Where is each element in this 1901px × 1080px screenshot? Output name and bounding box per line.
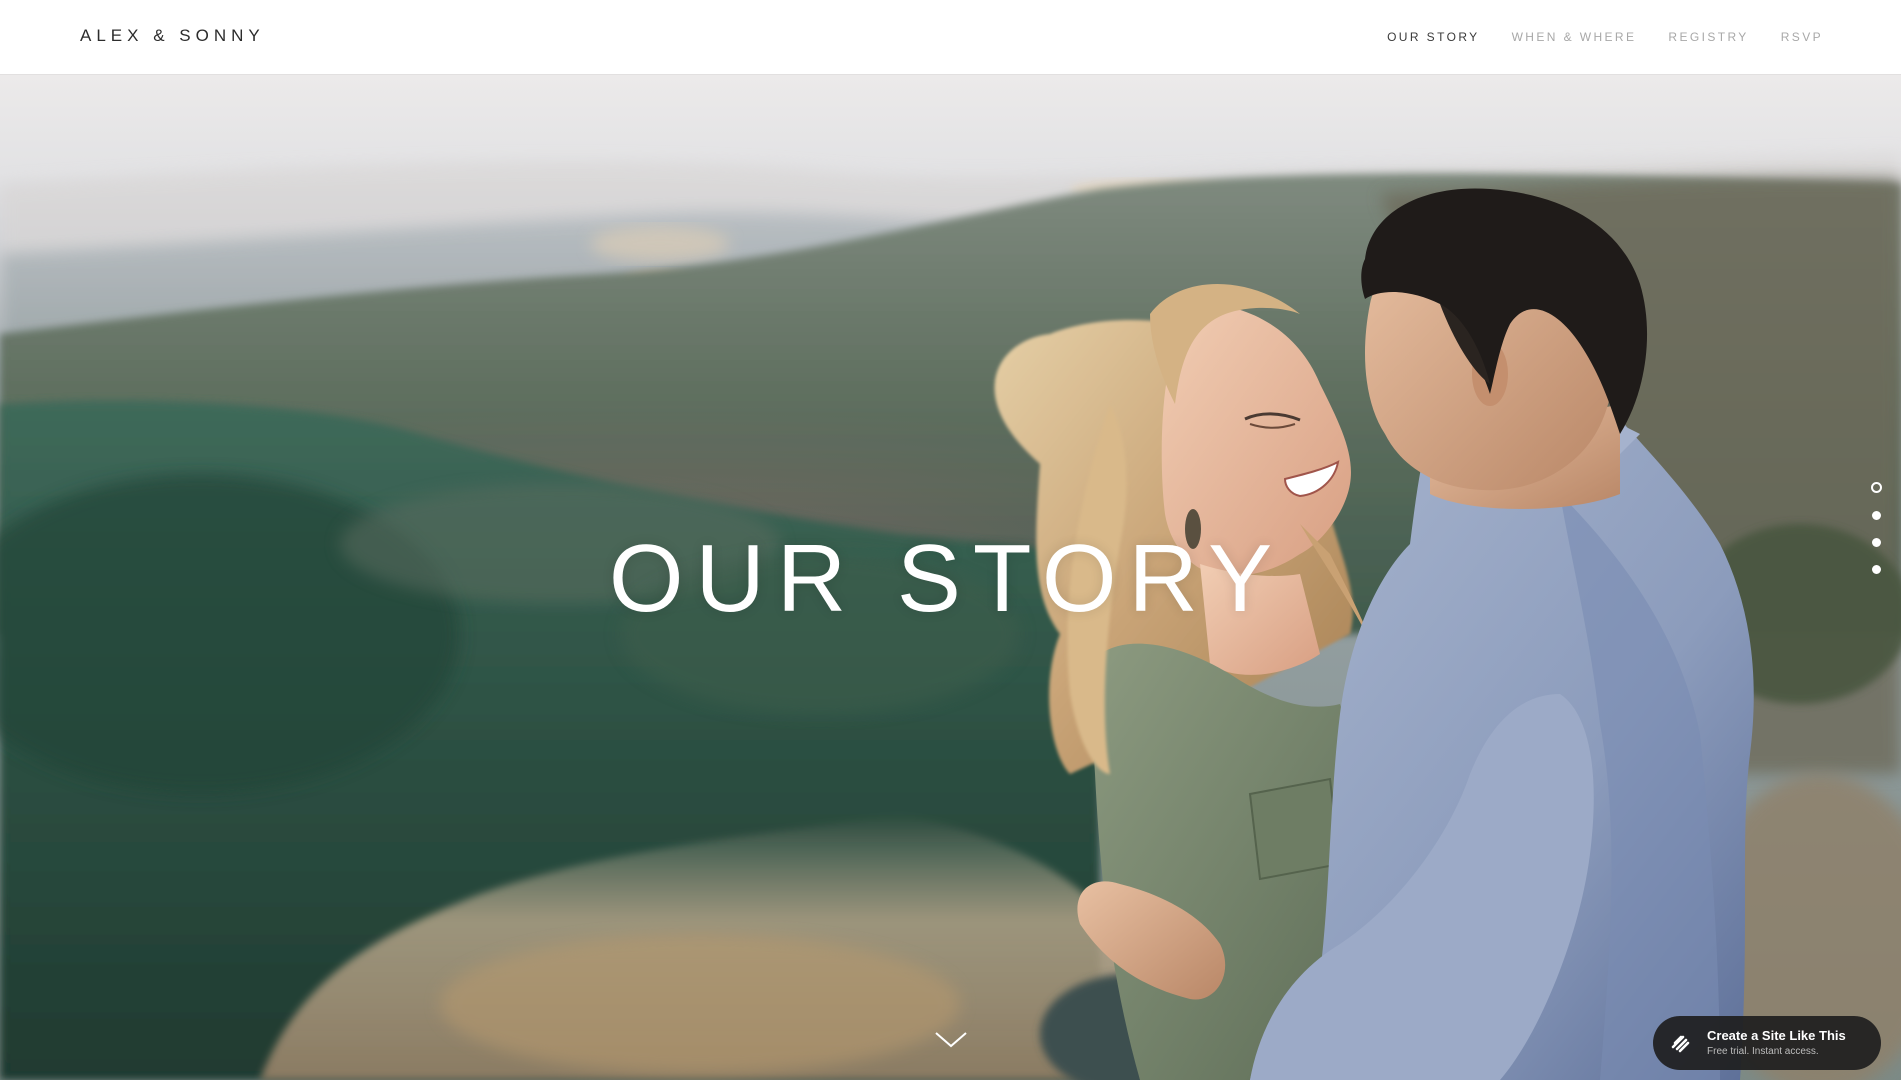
section-dot-3[interactable] [1872, 538, 1881, 547]
section-dot-1[interactable] [1871, 482, 1882, 493]
site-title-link[interactable]: ALEX & SONNY [80, 26, 265, 46]
badge-title: Create a Site Like This [1707, 1028, 1846, 1043]
squarespace-logo-icon [1671, 1035, 1690, 1053]
hero-section: OUR STORY Create a Site Like This Free t… [0, 74, 1901, 1080]
chevron-down-icon[interactable] [934, 1030, 968, 1050]
nav-when-where[interactable]: WHEN & WHERE [1512, 30, 1637, 44]
create-site-badge[interactable]: Create a Site Like This Free trial. Inst… [1653, 1016, 1881, 1070]
section-dot-2[interactable] [1872, 511, 1881, 520]
hero-title: OUR STORY [608, 525, 1285, 632]
nav-our-story[interactable]: OUR STORY [1387, 30, 1480, 44]
section-dot-4[interactable] [1872, 565, 1881, 574]
site-header: ALEX & SONNY OUR STORY WHEN & WHERE REGI… [0, 0, 1901, 74]
nav-rsvp[interactable]: RSVP [1781, 30, 1823, 44]
nav-registry[interactable]: REGISTRY [1668, 30, 1748, 44]
section-dots-nav [1871, 482, 1882, 574]
badge-subtitle: Free trial. Instant access. [1707, 1046, 1819, 1057]
page: ALEX & SONNY OUR STORY WHEN & WHERE REGI… [0, 0, 1901, 1080]
main-nav: OUR STORY WHEN & WHERE REGISTRY RSVP [1355, 30, 1823, 44]
